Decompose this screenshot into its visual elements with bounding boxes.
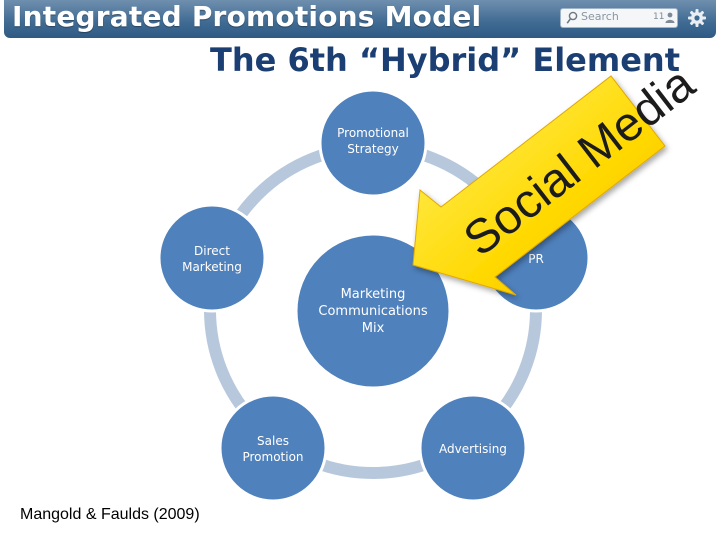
node-label: Sales: [257, 434, 289, 448]
node-advertising: Advertising: [418, 393, 528, 503]
citation: Mangold & Faulds (2009): [20, 506, 200, 523]
node-direct-marketing: Direct Marketing: [157, 203, 267, 313]
node-promotional-strategy: Promotional Strategy: [318, 88, 428, 198]
node-label: Marketing: [182, 260, 242, 274]
node-label: PR: [528, 252, 544, 266]
node-label: Communications: [318, 304, 427, 319]
node-label: Mix: [362, 321, 385, 336]
node-label: Advertising: [439, 442, 507, 456]
node-sales-promotion: Sales Promotion: [218, 393, 328, 503]
node-label: Marketing: [341, 287, 406, 302]
node-label: Promotional: [337, 126, 409, 140]
node-label: Promotion: [242, 450, 303, 464]
node-label: Strategy: [347, 142, 398, 156]
promotions-diagram: Promotional Strategy Direct Marketing PR…: [157, 57, 705, 503]
node-label: Direct: [194, 244, 230, 258]
